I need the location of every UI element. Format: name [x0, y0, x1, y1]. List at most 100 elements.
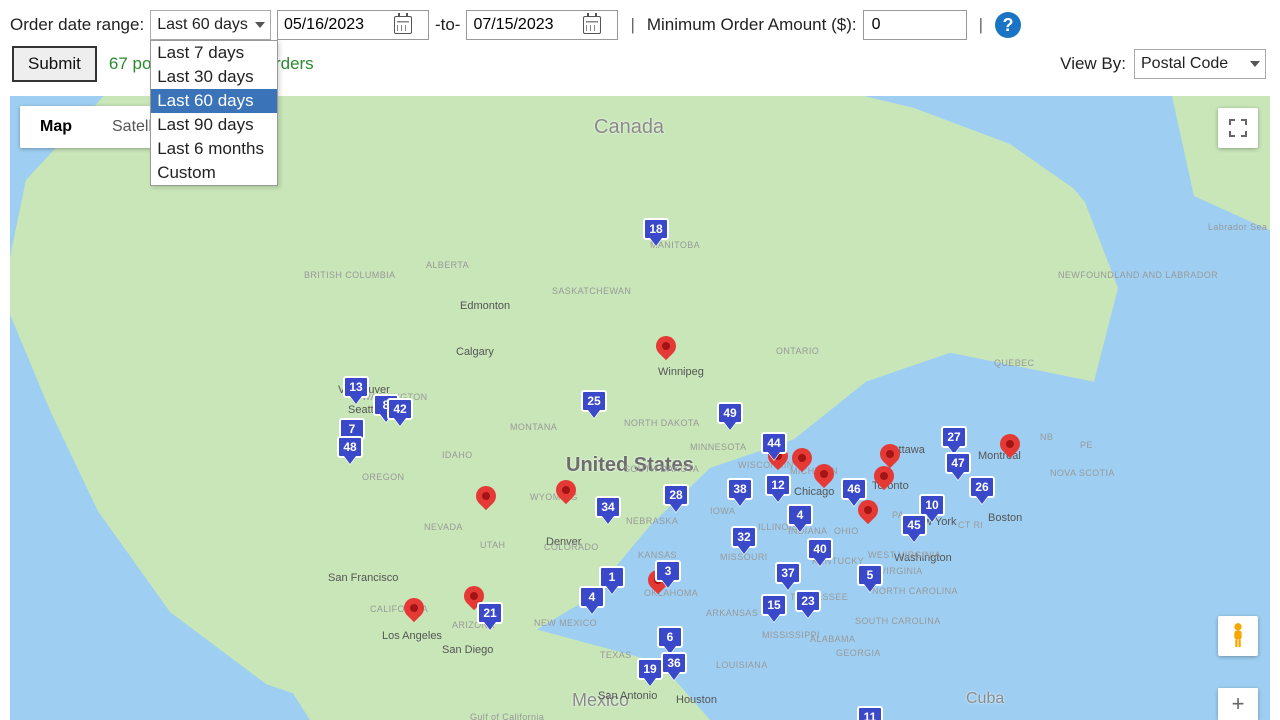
map-marker[interactable]: 48: [337, 436, 363, 458]
date-range-option[interactable]: Last 30 days: [151, 65, 277, 89]
map-marker[interactable]: 11: [857, 706, 883, 720]
map-marker[interactable]: 19: [637, 658, 663, 680]
to-label: -to-: [435, 15, 461, 35]
map-marker[interactable]: 45: [901, 514, 927, 536]
map-marker[interactable]: 4: [579, 586, 605, 608]
map-marker[interactable]: 4: [787, 504, 813, 526]
map-marker[interactable]: 26: [969, 476, 995, 498]
map-marker[interactable]: 38: [727, 478, 753, 500]
map-marker[interactable]: 25: [581, 390, 607, 412]
date-range-option[interactable]: Last 90 days: [151, 113, 277, 137]
date-range-select[interactable]: Last 60 days: [150, 10, 271, 40]
map-marker[interactable]: 27: [941, 426, 967, 448]
view-by-select[interactable]: Postal Code: [1134, 49, 1266, 79]
state-label: OREGON: [362, 472, 404, 482]
map-marker[interactable]: 47: [945, 452, 971, 474]
state-label: OKLAHOMA: [644, 588, 698, 598]
map-marker[interactable]: 13: [343, 376, 369, 398]
city-label: Edmonton: [460, 300, 510, 312]
city-label: Boston: [988, 512, 1022, 524]
date-range-option[interactable]: Custom: [151, 161, 277, 185]
state-label: MINNESOTA: [690, 442, 746, 452]
map-marker[interactable]: 44: [761, 432, 787, 454]
map-marker[interactable]: 3: [655, 560, 681, 582]
map-marker[interactable]: 1: [599, 566, 625, 588]
calendar-icon[interactable]: [583, 16, 601, 34]
map-canvas[interactable]: Canada United States Mexico Cuba Edmonto…: [10, 96, 1270, 720]
state-label: VIRGINIA: [880, 566, 923, 576]
map-marker[interactable]: 32: [731, 526, 757, 548]
date-range-option[interactable]: Last 6 months: [151, 137, 277, 161]
state-label: SOUTH DAKOTA: [624, 464, 699, 474]
state-label: BRITISH COLUMBIA: [304, 270, 395, 280]
map-background: [10, 96, 1270, 720]
view-by-label: View By:: [1060, 54, 1126, 74]
state-label: NEWFOUNDLAND AND LABRADOR: [1058, 270, 1218, 280]
country-label-canada: Canada: [594, 116, 664, 139]
map-marker[interactable]: 28: [663, 484, 689, 506]
state-label: ONTARIO: [776, 346, 819, 356]
state-label: Labrador Sea: [1208, 222, 1267, 232]
map-marker[interactable]: 46: [841, 478, 867, 500]
map-marker[interactable]: 49: [717, 402, 743, 424]
calendar-icon[interactable]: [394, 16, 412, 34]
zoom-controls: +: [1218, 688, 1258, 720]
city-label: Los Angeles: [382, 630, 442, 642]
end-date-input[interactable]: [473, 16, 583, 34]
fullscreen-button[interactable]: [1218, 108, 1258, 148]
pegman-icon: [1227, 622, 1249, 650]
map-marker[interactable]: 12: [765, 474, 791, 496]
state-label: UTAH: [480, 540, 505, 550]
view-by-selected: Postal Code: [1141, 55, 1228, 73]
state-label: SOUTH CAROLINA: [855, 616, 941, 626]
state-label: SASKATCHEWAN: [552, 286, 631, 296]
state-label: TEXAS: [600, 650, 632, 660]
city-label: Winnipeg: [658, 366, 704, 378]
zoom-in-button[interactable]: +: [1218, 688, 1258, 720]
state-label: IDAHO: [442, 450, 473, 460]
state-label: NEBRASKA: [626, 516, 678, 526]
end-date-field[interactable]: [466, 10, 618, 40]
map-marker[interactable]: 36: [661, 652, 687, 674]
min-amount-input[interactable]: [863, 10, 967, 40]
map-type-map[interactable]: Map: [20, 106, 92, 148]
city-label: San Francisco: [328, 572, 398, 584]
state-label: NOVA SCOTIA: [1050, 468, 1115, 478]
date-range-selected: Last 60 days: [157, 16, 248, 34]
city-label: San Diego: [442, 644, 493, 656]
city-label: Calgary: [456, 346, 494, 358]
map-marker[interactable]: 5: [857, 564, 883, 586]
date-range-dropdown: Last 7 daysLast 30 daysLast 60 daysLast …: [150, 40, 278, 186]
state-label: NB: [1040, 432, 1053, 442]
map-marker[interactable]: 40: [807, 538, 833, 560]
state-label: NORTH DAKOTA: [624, 418, 699, 428]
state-label: Gulf of California: [470, 712, 544, 720]
state-label: ARKANSAS: [706, 608, 758, 618]
date-range-option[interactable]: Last 7 days: [151, 41, 277, 65]
submit-button[interactable]: Submit: [12, 46, 97, 82]
city-label: San Antonio: [598, 690, 657, 702]
state-label: WEST VIRGINIA: [868, 550, 941, 560]
state-label: NORTH CAROLINA: [872, 586, 958, 596]
divider: |: [624, 15, 640, 35]
start-date-field[interactable]: [277, 10, 429, 40]
help-icon[interactable]: ?: [995, 12, 1021, 38]
map-marker[interactable]: 18: [643, 218, 669, 240]
map-marker[interactable]: 37: [775, 562, 801, 584]
state-label: KANSAS: [638, 550, 677, 560]
map-marker[interactable]: 15: [761, 594, 787, 616]
map-marker[interactable]: 23: [795, 590, 821, 612]
state-label: PE: [1080, 440, 1093, 450]
map-marker[interactable]: 10: [919, 494, 945, 516]
map-marker[interactable]: 34: [595, 496, 621, 518]
city-label: Chicago: [794, 486, 834, 498]
map-marker[interactable]: 6: [657, 626, 683, 648]
map-marker[interactable]: 21: [477, 602, 503, 624]
state-label: ALBERTA: [426, 260, 469, 270]
start-date-input[interactable]: [284, 16, 394, 34]
map-marker[interactable]: 42: [387, 398, 413, 420]
fullscreen-icon: [1229, 119, 1247, 137]
divider: |: [973, 15, 989, 35]
pegman-button[interactable]: [1218, 616, 1258, 656]
date-range-option[interactable]: Last 60 days: [151, 89, 277, 113]
